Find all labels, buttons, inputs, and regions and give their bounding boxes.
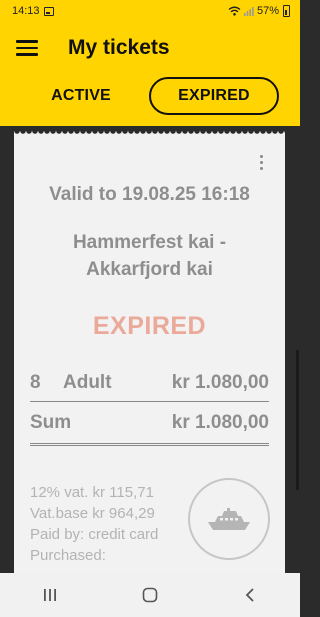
signal-icon: [243, 7, 254, 16]
vat-base-text: Vat.base kr 964,29: [30, 505, 155, 522]
back-button[interactable]: [230, 580, 270, 610]
app-bar: My tickets: [0, 28, 300, 68]
ticket-tabs: ACTIVE EXPIRED: [0, 77, 300, 115]
route-line-2: Akkarfjord kai: [86, 259, 213, 280]
line-item-price: kr 1.080,00: [171, 372, 269, 393]
tab-expired[interactable]: EXPIRED: [149, 77, 279, 115]
system-nav-bar: [0, 573, 300, 617]
page-title: My tickets: [68, 36, 170, 59]
ferry-icon: [208, 508, 250, 530]
home-icon: [142, 587, 158, 603]
ticket-payment-info: 12% vat. kr 115,71 Vat.base kr 964,29 Pa…: [30, 482, 158, 566]
ticket-status-badge: EXPIRED: [92, 312, 207, 340]
sum-price: kr 1.080,00: [171, 412, 269, 433]
route-line-1: Hammerfest kai -: [72, 232, 227, 253]
ticket-valid-to: Valid to 19.08.25 16:18: [49, 184, 250, 205]
ticket-sum-row: Sum kr 1.080,00: [30, 412, 269, 446]
home-button[interactable]: [130, 580, 170, 610]
line-item-quantity: 8: [30, 372, 41, 393]
recent-apps-button[interactable]: [30, 580, 70, 610]
vat-text: 12% vat. kr 115,71: [30, 484, 154, 501]
wifi-icon: [228, 6, 241, 16]
more-options-icon[interactable]: [260, 155, 264, 170]
paid-by-text: Paid by: credit card: [30, 526, 159, 543]
battery-icon: [283, 5, 290, 17]
ticket-line-item: 8 Adult kr 1.080,00: [30, 372, 269, 402]
ferry-badge: [188, 478, 270, 560]
status-bar: 14:13 57%: [0, 0, 300, 22]
purchased-text: Purchased:: [30, 547, 106, 564]
ticket-card[interactable]: Valid to 19.08.25 16:18 Hammerfest kai -…: [14, 136, 285, 596]
scrollbar[interactable]: [296, 350, 299, 490]
gallery-notification-icon: [43, 6, 54, 16]
back-chevron-icon: [245, 588, 254, 602]
line-item-type: Adult: [63, 372, 112, 393]
tab-active[interactable]: ACTIVE: [22, 77, 140, 115]
ticket-route: Hammerfest kai - Akkarfjord kai: [14, 229, 285, 283]
status-time: 14:13: [12, 5, 40, 17]
hamburger-menu-icon[interactable]: [16, 40, 38, 56]
recent-apps-icon: [44, 589, 56, 601]
sum-label: Sum: [30, 412, 72, 433]
battery-percent: 57%: [256, 5, 279, 17]
